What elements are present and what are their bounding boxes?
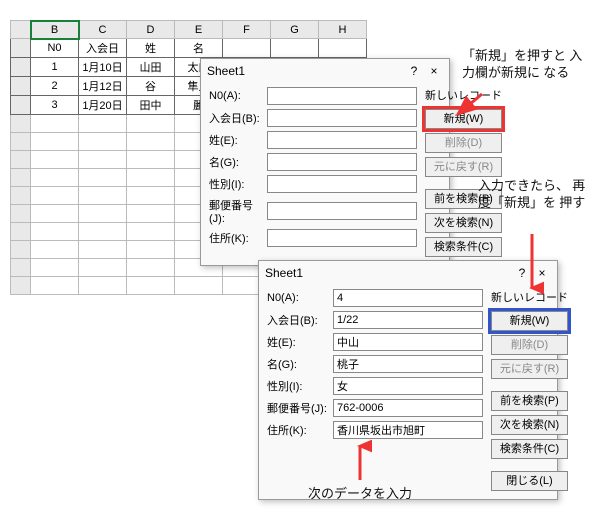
annotation-b: 入力できたら、 再度「新規」を 押す (478, 178, 598, 212)
table-cell[interactable]: 1月10日 (79, 58, 127, 77)
dialog-title: Sheet1 (207, 64, 403, 78)
annotation-a: 「新規」を押すと 入力欄が新規に なる (462, 48, 592, 82)
col-header[interactable]: C (79, 21, 127, 39)
new-button[interactable]: 新規(W) (491, 311, 568, 331)
table-cell[interactable]: 谷 (127, 77, 175, 96)
table-cell[interactable]: 3 (31, 96, 79, 115)
zip-label: 郵便番号(J): (209, 197, 267, 225)
col-header[interactable]: B (31, 21, 79, 39)
table-cell[interactable]: 1月20日 (79, 96, 127, 115)
addr-label: 住所(K): (267, 422, 333, 438)
date-input[interactable] (267, 109, 417, 127)
sex-label: 性別(I): (267, 378, 333, 394)
criteria-button[interactable]: 検索条件(C) (491, 439, 568, 459)
find-next-button[interactable]: 次を検索(N) (425, 213, 502, 233)
date-label: 入会日(B): (209, 110, 267, 126)
col-header[interactable]: E (175, 21, 223, 39)
data-form-dialog-1: Sheet1 ? × N0(A): 入会日(B): 姓(E): 名(G): 性別(I):… (200, 58, 450, 266)
date-input[interactable] (333, 311, 483, 329)
table-cell[interactable]: 山田 (127, 58, 175, 77)
find-next-button[interactable]: 次を検索(N) (491, 415, 568, 435)
sex-input[interactable] (267, 175, 417, 193)
table-header-cell: N0 (31, 39, 79, 58)
no-label: N0(A): (209, 90, 267, 102)
close-button[interactable]: × (425, 63, 443, 79)
table-cell[interactable]: 田中 (127, 96, 175, 115)
table-header-cell: 姓 (127, 39, 175, 58)
sei-input[interactable] (267, 131, 417, 149)
table-header-cell: 入会日 (79, 39, 127, 58)
table-cell[interactable]: 1月12日 (79, 77, 127, 96)
find-prev-button[interactable]: 前を検索(P) (491, 391, 568, 411)
sei-label: 姓(E): (209, 132, 267, 148)
col-header[interactable]: G (271, 21, 319, 39)
row-header[interactable] (11, 58, 31, 77)
restore-button: 元に戻す(R) (425, 157, 502, 177)
addr-input[interactable] (267, 229, 417, 247)
close-form-button[interactable]: 閉じる(L) (491, 471, 568, 491)
table-cell[interactable]: 2 (31, 77, 79, 96)
arrow-to-addr (348, 440, 372, 484)
delete-button: 削除(D) (425, 133, 502, 153)
no-label: N0(A): (267, 292, 333, 304)
zip-input[interactable] (267, 202, 417, 220)
delete-button: 削除(D) (491, 335, 568, 355)
row-header[interactable] (11, 77, 31, 96)
arrow-to-new-1 (454, 92, 484, 122)
no-input[interactable] (333, 289, 483, 307)
no-input[interactable] (267, 87, 417, 105)
mei-label: 名(G): (267, 356, 333, 372)
date-label: 入会日(B): (267, 312, 333, 328)
col-header[interactable]: D (127, 21, 175, 39)
sex-label: 性別(I): (209, 176, 267, 192)
col-header[interactable]: F (223, 21, 271, 39)
addr-input[interactable] (333, 421, 483, 439)
dialog-title: Sheet1 (265, 266, 511, 280)
col-header[interactable]: H (319, 21, 367, 39)
zip-label: 郵便番号(J): (267, 400, 333, 416)
sei-label: 姓(E): (267, 334, 333, 350)
help-button[interactable]: ? (405, 63, 423, 79)
zip-input[interactable] (333, 399, 483, 417)
arrow-to-new-2 (520, 232, 544, 296)
row-header[interactable] (11, 96, 31, 115)
mei-input[interactable] (267, 153, 417, 171)
annotation-c: 次のデータを入力 (308, 486, 412, 503)
sex-input[interactable] (333, 377, 483, 395)
restore-button: 元に戻す(R) (491, 359, 568, 379)
row-header[interactable] (11, 39, 31, 58)
col-header[interactable] (11, 21, 31, 39)
data-form-dialog-2: Sheet1 ? × N0(A):入会日(B):姓(E):名(G):性別(I):… (258, 260, 558, 500)
criteria-button[interactable]: 検索条件(C) (425, 237, 502, 257)
sei-input[interactable] (333, 333, 483, 351)
table-cell[interactable]: 1 (31, 58, 79, 77)
mei-input[interactable] (333, 355, 483, 373)
mei-label: 名(G): (209, 154, 267, 170)
addr-label: 住所(K): (209, 230, 267, 246)
table-header-cell: 名 (175, 39, 223, 58)
